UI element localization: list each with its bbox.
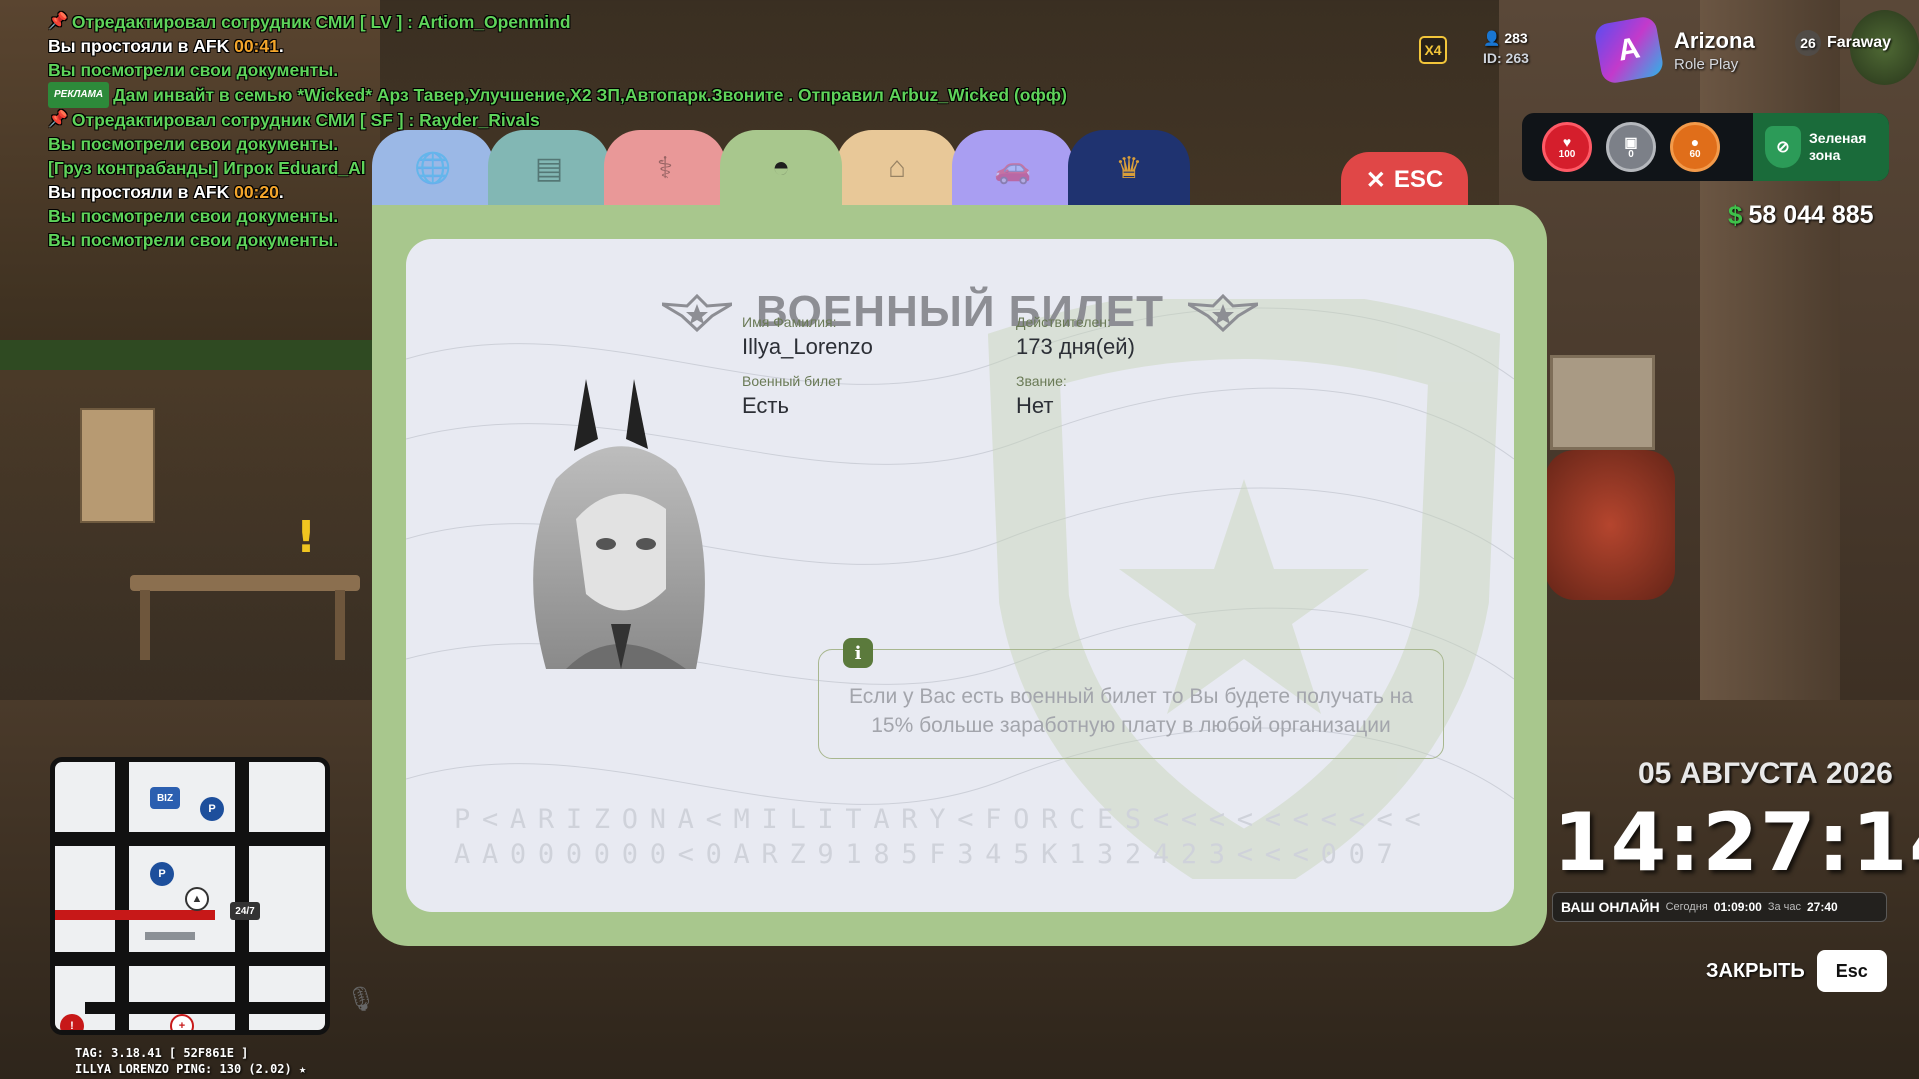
close-hint: ЗАКРЫТЬ Esc <box>1706 950 1887 992</box>
map-road <box>55 832 325 846</box>
id-card-icon: ▤ <box>534 151 564 185</box>
military-emblem-icon <box>661 293 732 332</box>
military-id-card: ВОЕННЫЙ БИЛЕТ Имя Фамилия: Illya_Lorenzo… <box>406 239 1514 912</box>
map-road <box>85 1002 325 1014</box>
tab-medical[interactable]: ⚕ <box>604 130 726 206</box>
multiplier-badge: X4 <box>1419 36 1447 64</box>
tab-military[interactable]: ◓ <box>720 130 842 206</box>
hunger-indicator: ● 60 <box>1670 122 1720 172</box>
green-zone-badge: ⊘ Зеленая зона <box>1753 113 1889 181</box>
player-marker-icon: ▲ <box>185 887 209 911</box>
quest-marker-icon: ! <box>296 512 317 563</box>
document-tabs: 🌐 ▤ ⚕ ◓ ⌂ 🚗 ♛ <box>372 130 1190 206</box>
background-shelf <box>1550 355 1655 450</box>
chat-line: Вы простояли в AFK 00:41. <box>48 36 284 56</box>
name-field: Имя Фамилия: Illya_Lorenzo <box>742 314 873 359</box>
parking-icon: P <box>150 862 174 886</box>
business-icon: BIZ <box>150 787 180 809</box>
machine-readable-zone: P<ARIZONA<MILITARY<FORCES<<<<<<<<<< AA00… <box>454 804 1433 870</box>
online-stats: ВАШ ОНЛАЙН Сегодня 01:09:00 За час 27:40 <box>1552 892 1887 922</box>
helmet-icon: ◓ <box>771 151 791 184</box>
burger-icon: ● <box>1690 133 1700 150</box>
tab-premium[interactable]: ♛ <box>1068 130 1190 206</box>
arizona-logo-icon: A <box>1593 15 1665 85</box>
person-icon: 👤 <box>1483 30 1505 46</box>
tab-property[interactable]: ⌂ <box>836 130 958 206</box>
esc-key-button[interactable]: Esc <box>1816 950 1887 992</box>
chat-line: РЕКЛАМА Дам инвайт в семью *Wicked* Арз Т… <box>48 82 1067 108</box>
player-count: 👤 283 ID: 263 <box>1483 30 1529 66</box>
server-label: 26 Faraway <box>1795 30 1891 56</box>
close-icon: ✕ <box>1365 166 1386 194</box>
info-notice: Если у Вас есть военный билет то Вы буде… <box>818 649 1444 759</box>
hospital-icon: + <box>170 1014 194 1030</box>
shop-icon: 24/7 <box>230 902 260 920</box>
tab-vehicle[interactable]: 🚗 <box>952 130 1074 206</box>
map-road <box>55 952 325 966</box>
military-emblem-icon <box>1188 293 1259 332</box>
microphone-icon: 🎙 <box>346 986 377 1013</box>
background-bench <box>130 575 360 591</box>
pin-icon: 📌 <box>48 13 68 30</box>
medical-icon: ⚕ <box>656 151 674 185</box>
chat-line: Вы посмотрели свои документы. <box>48 60 339 80</box>
pin-icon: 📌 <box>48 111 68 128</box>
date-display: 05 АВГУСТА 2026 <box>1638 757 1893 790</box>
military-ticket-field: Военный билет Есть <box>742 373 842 418</box>
map-road <box>235 762 249 1030</box>
map-road-red <box>55 910 215 920</box>
background-car <box>1545 450 1675 600</box>
validity-field: Действителен: 173 дня(ей) <box>1016 314 1135 359</box>
heart-icon: ♥ <box>1562 133 1572 150</box>
crown-icon: ♛ <box>1115 151 1143 185</box>
map-road <box>115 762 129 1030</box>
shield-icon: ⊘ <box>1765 126 1801 168</box>
house-icon: ⌂ <box>887 151 907 184</box>
alert-icon: ! <box>60 1014 84 1030</box>
bench-leg <box>140 590 150 660</box>
map-block <box>145 932 195 940</box>
brand: Arizona Role Play <box>1674 28 1755 73</box>
background-poster <box>80 408 155 523</box>
chat-line: 📌 Отредактировал сотрудник СМИ [ LV ] : A… <box>48 12 571 32</box>
rank-field: Звание: Нет <box>1016 373 1067 418</box>
parking-icon: P <box>200 797 224 821</box>
status-bar: ♥ 100 ▣ 0 ● 60 ⊘ Зеленая зона <box>1522 113 1889 181</box>
card-title: ВОЕННЫЙ БИЛЕТ <box>406 287 1514 337</box>
ad-badge: РЕКЛАМА <box>48 82 110 108</box>
car-icon: 🚗 <box>994 151 1032 185</box>
clock-display: 14:27:14 <box>1553 796 1919 889</box>
avatar <box>533 379 705 669</box>
money-display: $ 58 044 885 <box>1728 200 1874 230</box>
background-pillar <box>1700 0 1840 700</box>
player-info: TAG: 3.18.41 [ 52F861E ] ILLYA LORENZO P… <box>75 1046 307 1076</box>
bench-leg <box>335 590 345 660</box>
tab-id-card[interactable]: ▤ <box>488 130 610 206</box>
chat-line: 📌 Отредактировал сотрудник СМИ [ SF ] : R… <box>48 110 540 130</box>
armor-indicator: ▣ 0 <box>1606 122 1656 172</box>
background-stripe <box>0 340 380 370</box>
info-icon: i <box>843 638 873 668</box>
esc-button[interactable]: ✕ ESC <box>1341 152 1468 208</box>
dollar-icon: $ <box>1728 200 1743 230</box>
health-indicator: ♥ 100 <box>1542 122 1592 172</box>
passport-icon: 🌐 <box>414 151 452 185</box>
minimap[interactable]: BIZ P P 24/7 ▲ ! + <box>50 757 330 1035</box>
armor-icon: ▣ <box>1624 133 1638 150</box>
tab-passport[interactable]: 🌐 <box>372 130 494 206</box>
